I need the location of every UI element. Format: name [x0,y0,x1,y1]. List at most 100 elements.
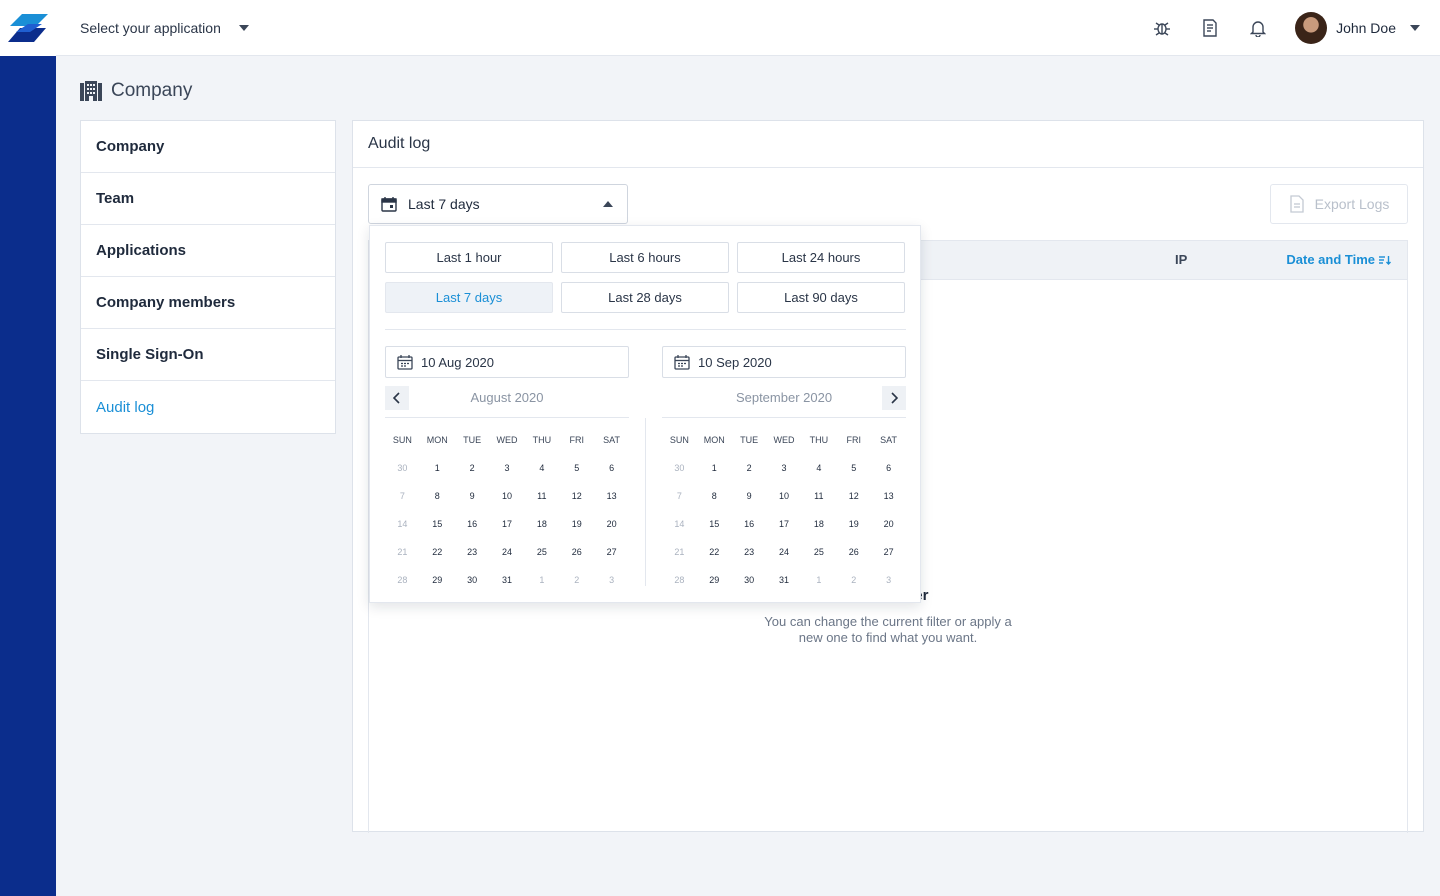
calendar-day[interactable]: 26 [559,538,594,566]
bug-icon[interactable] [1150,16,1174,40]
calendar-day[interactable]: 2 [455,454,490,482]
calendar-day[interactable]: 12 [836,482,871,510]
sidebar-item-audit-log[interactable]: Audit log [81,381,335,433]
calendar-day[interactable]: 23 [732,538,767,566]
calendar-day-outside-month[interactable]: 7 [662,482,697,510]
sidebar-item-applications[interactable]: Applications [81,225,335,277]
preset-last-28-days[interactable]: Last 28 days [561,282,729,313]
calendar-day[interactable]: 30 [732,566,767,594]
preset-last-1-hour[interactable]: Last 1 hour [385,242,553,273]
column-date-time[interactable]: Date and Time [1286,252,1391,267]
calendar-day[interactable]: 22 [697,538,732,566]
calendar-day[interactable]: 18 [801,510,836,538]
calendar-day-outside-month[interactable]: 21 [662,538,697,566]
weekday-label: WED [773,435,795,445]
sidebar-item-company-members[interactable]: Company members [81,277,335,329]
calendar-day[interactable]: 4 [524,454,559,482]
calendar-day[interactable]: 6 [594,454,629,482]
preset-last-6-hours[interactable]: Last 6 hours [561,242,729,273]
calendar-day[interactable]: 9 [455,482,490,510]
calendar-day[interactable]: 2 [732,454,767,482]
calendar-day-outside-month[interactable]: 21 [385,538,420,566]
chevron-left-icon [393,392,400,404]
calendar-day[interactable]: 3 [767,454,802,482]
calendar-day[interactable]: 16 [732,510,767,538]
calendar-day-outside-month[interactable]: 3 [871,566,906,594]
preset-last-24-hours[interactable]: Last 24 hours [737,242,905,273]
calendar-day[interactable]: 10 [767,482,802,510]
export-logs-button[interactable]: Export Logs [1270,184,1408,224]
calendar-day-outside-month[interactable]: 2 [559,566,594,594]
sidebar-item-single-sign-on[interactable]: Single Sign-On [81,329,335,381]
user-menu[interactable]: John Doe [1295,12,1420,44]
calendar-day-outside-month[interactable]: 28 [385,566,420,594]
calendar-day[interactable]: 24 [490,538,525,566]
calendar-day[interactable]: 24 [767,538,802,566]
calendar-day-outside-month[interactable]: 30 [662,454,697,482]
start-date-field[interactable]: 10 Aug 2020 [385,346,629,378]
calendar-day[interactable]: 1 [697,454,732,482]
calendar-day-outside-month[interactable]: 1 [524,566,559,594]
preset-last-90-days[interactable]: Last 90 days [737,282,905,313]
calendar-day-outside-month[interactable]: 3 [594,566,629,594]
sidebar-item-team[interactable]: Team [81,173,335,225]
calendar-day[interactable]: 15 [697,510,732,538]
calendar-day-outside-month[interactable]: 1 [801,566,836,594]
prev-month-button[interactable] [385,386,409,410]
calendar-day[interactable]: 27 [594,538,629,566]
calendar-day[interactable]: 1 [420,454,455,482]
calendar-day[interactable]: 18 [524,510,559,538]
calendar-day[interactable]: 26 [836,538,871,566]
month-name: September 2020 [735,390,833,405]
calendar-day[interactable]: 6 [871,454,906,482]
calendar-day[interactable]: 12 [559,482,594,510]
calendar-day[interactable]: 11 [801,482,836,510]
calendar-day-outside-month[interactable]: 30 [385,454,420,482]
calendar-day-outside-month[interactable]: 7 [385,482,420,510]
calendar-day-outside-month[interactable]: 14 [385,510,420,538]
calendar-day-outside-month[interactable]: 2 [836,566,871,594]
calendar-day[interactable]: 31 [767,566,802,594]
calendar-day[interactable]: 22 [420,538,455,566]
calendar-day[interactable]: 4 [801,454,836,482]
time-range-select[interactable]: Last 7 days [368,184,628,224]
calendar-day[interactable]: 15 [420,510,455,538]
calendar-day[interactable]: 19 [836,510,871,538]
calendar-day[interactable]: 9 [732,482,767,510]
calendar-day[interactable]: 27 [871,538,906,566]
calendar-day[interactable]: 5 [836,454,871,482]
calendar-day[interactable]: 17 [767,510,802,538]
calendar-day[interactable]: 29 [697,566,732,594]
calendar-day[interactable]: 19 [559,510,594,538]
calendar-day[interactable]: 17 [490,510,525,538]
next-month-button[interactable] [882,386,906,410]
end-date-field[interactable]: 10 Sep 2020 [662,346,906,378]
calendar-day[interactable]: 30 [455,566,490,594]
calendar-day[interactable]: 13 [594,482,629,510]
brand-logo[interactable] [0,0,56,56]
calendar-day[interactable]: 8 [420,482,455,510]
weekday-label: SAT [880,435,897,445]
calendar-day-outside-month[interactable]: 28 [662,566,697,594]
calendar-day[interactable]: 20 [594,510,629,538]
calendar-day[interactable]: 31 [490,566,525,594]
preset-last-7-days[interactable]: Last 7 days [385,282,553,313]
sidebar-item-company[interactable]: Company [81,121,335,173]
calendar-day[interactable]: 25 [524,538,559,566]
calendar-day[interactable]: 10 [490,482,525,510]
calendar-day[interactable]: 8 [697,482,732,510]
calendar-day[interactable]: 23 [455,538,490,566]
application-select[interactable]: Select your application [80,18,249,38]
bell-icon[interactable] [1246,16,1270,40]
calendar-week: 30 1 2 3 4 5 6 [662,454,906,482]
calendar-day[interactable]: 11 [524,482,559,510]
calendar-day[interactable]: 29 [420,566,455,594]
calendar-day[interactable]: 5 [559,454,594,482]
calendar-day[interactable]: 25 [801,538,836,566]
calendar-day[interactable]: 20 [871,510,906,538]
document-icon[interactable] [1198,16,1222,40]
calendar-day[interactable]: 16 [455,510,490,538]
calendar-day[interactable]: 13 [871,482,906,510]
calendar-day-outside-month[interactable]: 14 [662,510,697,538]
calendar-day[interactable]: 3 [490,454,525,482]
